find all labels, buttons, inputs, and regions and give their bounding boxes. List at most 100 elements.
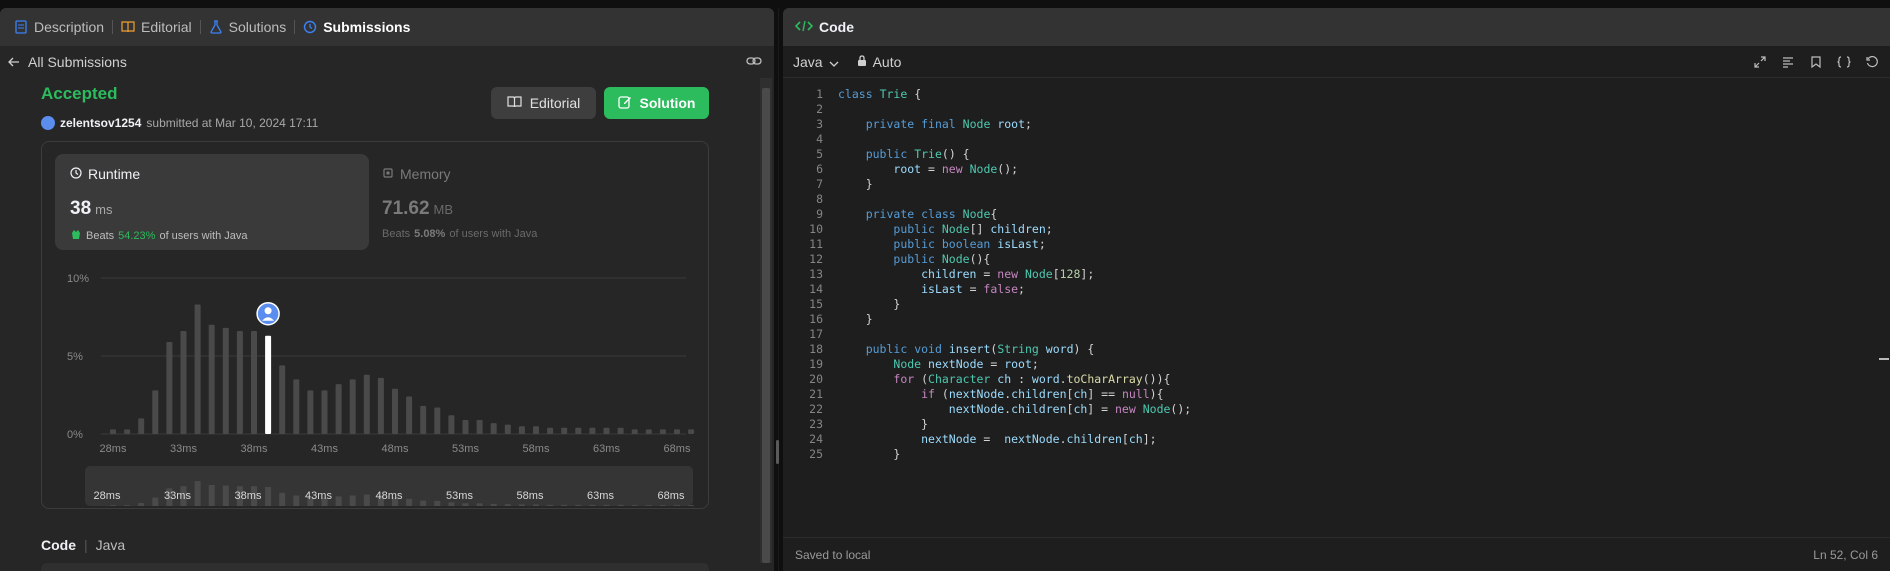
navigator-tick-label: 38ms — [235, 490, 262, 502]
auto-mode-label: Auto — [872, 53, 902, 70]
resize-handle[interactable] — [776, 440, 779, 464]
tab-description[interactable]: Description — [6, 19, 112, 35]
code-line[interactable]: 25 } — [783, 445, 1873, 463]
username[interactable]: zelentsov1254 — [60, 116, 141, 130]
chart-bar[interactable] — [434, 407, 441, 434]
navigator-bar — [504, 504, 511, 506]
chart-bar[interactable] — [293, 379, 300, 434]
expand-icon[interactable] — [1752, 54, 1768, 70]
chart-bar[interactable] — [279, 365, 286, 434]
navigator-bar — [589, 504, 596, 506]
chart-bar[interactable] — [194, 304, 201, 434]
back-row: All Submissions — [0, 46, 774, 78]
chart-bar[interactable] — [251, 331, 257, 434]
link-icon[interactable] — [746, 54, 762, 70]
runtime-distribution-chart[interactable]: 10% 5% 0% 28ms 33ms 38ms 43ms 48ms 53ms 58ms 63ms 6… — [61, 268, 701, 510]
history-icon — [303, 20, 317, 34]
solution-button[interactable]: Solution — [604, 87, 709, 119]
x-tick-label: 38ms — [241, 443, 268, 455]
navigator-bar — [674, 505, 680, 506]
line-number: 21 — [809, 387, 823, 401]
chart-bar[interactable] — [335, 384, 342, 434]
chart-bar[interactable] — [674, 429, 680, 434]
chart-bar[interactable] — [377, 377, 384, 434]
line-number: 11 — [809, 237, 823, 251]
language-value: Java — [793, 53, 823, 70]
chart-bar[interactable] — [208, 324, 215, 434]
highlighted-bar[interactable] — [265, 335, 272, 434]
chart-bar[interactable] — [476, 419, 483, 434]
braces-icon[interactable] — [1836, 54, 1852, 70]
memory-title-label: Memory — [400, 166, 451, 182]
all-submissions-link[interactable]: All Submissions — [8, 54, 127, 70]
right-panel: Code Java Auto 1 class Trie {2 3 privat… — [783, 8, 1890, 571]
chart-bar[interactable] — [645, 429, 652, 434]
chart-bar[interactable] — [518, 426, 525, 434]
chart-bar[interactable] — [688, 429, 695, 434]
y-tick-label: 5% — [67, 351, 83, 363]
chart-bar[interactable] — [166, 341, 173, 434]
avatar[interactable] — [41, 116, 55, 130]
submission-status: Accepted — [41, 84, 118, 103]
chart-bar[interactable] — [504, 424, 511, 434]
editor-scroll-marker — [1879, 358, 1889, 360]
navigator-tick-label: 43ms — [305, 490, 332, 502]
reset-icon[interactable] — [1864, 54, 1880, 70]
chart-bar[interactable] — [222, 327, 229, 434]
chart-bar[interactable] — [349, 379, 356, 434]
runtime-box[interactable]: Runtime 38 ms Beats 54.23% of users with … — [55, 154, 369, 250]
code-tab-title[interactable]: Code — [819, 19, 854, 35]
chart-bar[interactable] — [392, 388, 398, 434]
chart-bar[interactable] — [406, 396, 413, 434]
chart-bar[interactable] — [603, 427, 610, 434]
code-tab-bar: Code — [783, 8, 1890, 46]
chart-bar[interactable] — [321, 390, 328, 434]
auto-mode[interactable]: Auto — [857, 53, 902, 70]
chart-bar[interactable] — [110, 429, 116, 434]
chart-bar[interactable] — [363, 374, 370, 434]
chart-bar[interactable] — [152, 390, 159, 434]
chart-bar[interactable] — [420, 405, 427, 434]
chart-bar[interactable] — [547, 427, 554, 434]
memory-beats-pct: 5.08% — [414, 228, 446, 240]
x-tick-label: 53ms — [452, 443, 479, 455]
runtime-beats: Beats 54.23% of users with Java — [70, 228, 248, 243]
tab-solutions[interactable]: Solutions — [201, 19, 295, 35]
tab-solutions-label: Solutions — [228, 19, 287, 35]
solution-button-label: Solution — [639, 95, 696, 111]
code-text: public Node(){ — [893, 252, 991, 266]
chart-bar[interactable] — [307, 390, 314, 434]
navigator-bar — [617, 504, 624, 506]
chart-bar[interactable] — [236, 331, 243, 434]
y-tick-label: 0% — [67, 429, 83, 441]
chart-bar[interactable] — [138, 418, 145, 434]
left-scrollbar-thumb[interactable] — [762, 88, 770, 563]
panel-divider[interactable] — [778, 8, 779, 571]
chart-bar[interactable] — [589, 427, 596, 434]
chart-bar[interactable] — [617, 427, 624, 434]
chart-bar[interactable] — [462, 419, 469, 434]
chart-bar[interactable] — [659, 429, 666, 434]
bookmark-icon[interactable] — [1808, 54, 1824, 70]
chart-bar[interactable] — [490, 423, 497, 434]
runtime-title: Runtime — [70, 166, 140, 182]
memory-box[interactable]: Memory 71.62 MB Beats 5.08% of users with… — [382, 154, 696, 250]
editorial-button[interactable]: Editorial — [491, 87, 596, 119]
chart-bar[interactable] — [124, 429, 131, 434]
chart-bar[interactable] — [631, 429, 638, 434]
tab-submissions[interactable]: Submissions — [295, 19, 418, 35]
language-select[interactable]: Java — [793, 54, 839, 70]
line-number: 9 — [816, 207, 823, 221]
chart-bar[interactable] — [448, 415, 455, 434]
format-icon[interactable] — [1780, 54, 1796, 70]
line-number: 19 — [809, 357, 823, 371]
chart-bar[interactable] — [575, 427, 582, 434]
chart-bar[interactable] — [561, 427, 568, 434]
code-editor[interactable]: 1 class Trie {2 3 private final Node root;… — [783, 85, 1890, 535]
navigator-bar — [490, 503, 497, 506]
navigator-tick-label: 48ms — [376, 490, 403, 502]
navigator-bar — [631, 505, 638, 506]
tab-editorial[interactable]: Editorial — [113, 19, 200, 35]
chart-bar[interactable] — [533, 426, 539, 434]
chart-bar[interactable] — [180, 331, 187, 434]
